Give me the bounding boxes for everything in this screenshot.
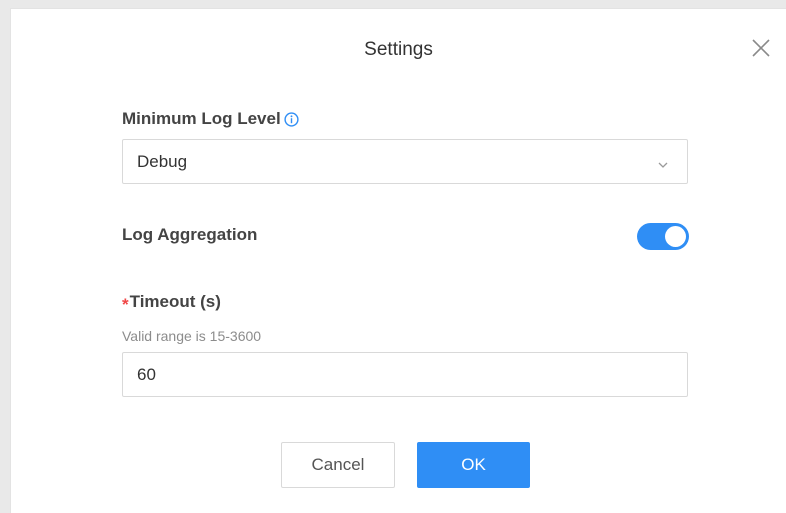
timeout-input[interactable] [122, 352, 688, 397]
min-log-level-field-label: Minimum Log Level [122, 109, 299, 129]
min-log-level-value: Debug [137, 152, 188, 171]
min-log-level-label: Minimum Log Level [122, 109, 281, 128]
close-icon[interactable] [749, 36, 773, 60]
cancel-button[interactable]: Cancel [281, 442, 395, 488]
required-asterisk: * [122, 295, 129, 314]
chevron-down-icon [657, 157, 669, 168]
min-log-level-select[interactable]: Debug [122, 139, 688, 184]
dialog-title: Settings [364, 39, 433, 60]
log-aggregation-label: Log Aggregation [122, 225, 258, 244]
log-aggregation-toggle[interactable] [637, 223, 689, 250]
settings-dialog: Settings Minimum Log Level Debug Log Agg… [10, 8, 786, 513]
toggle-knob [665, 226, 686, 247]
timeout-hint: Valid range is 15-3600 [122, 328, 262, 344]
ok-button[interactable]: OK [417, 442, 530, 488]
timeout-field-label: * Timeout (s) [122, 292, 221, 314]
info-icon[interactable] [284, 111, 299, 127]
timeout-label: Timeout (s) [129, 292, 221, 311]
